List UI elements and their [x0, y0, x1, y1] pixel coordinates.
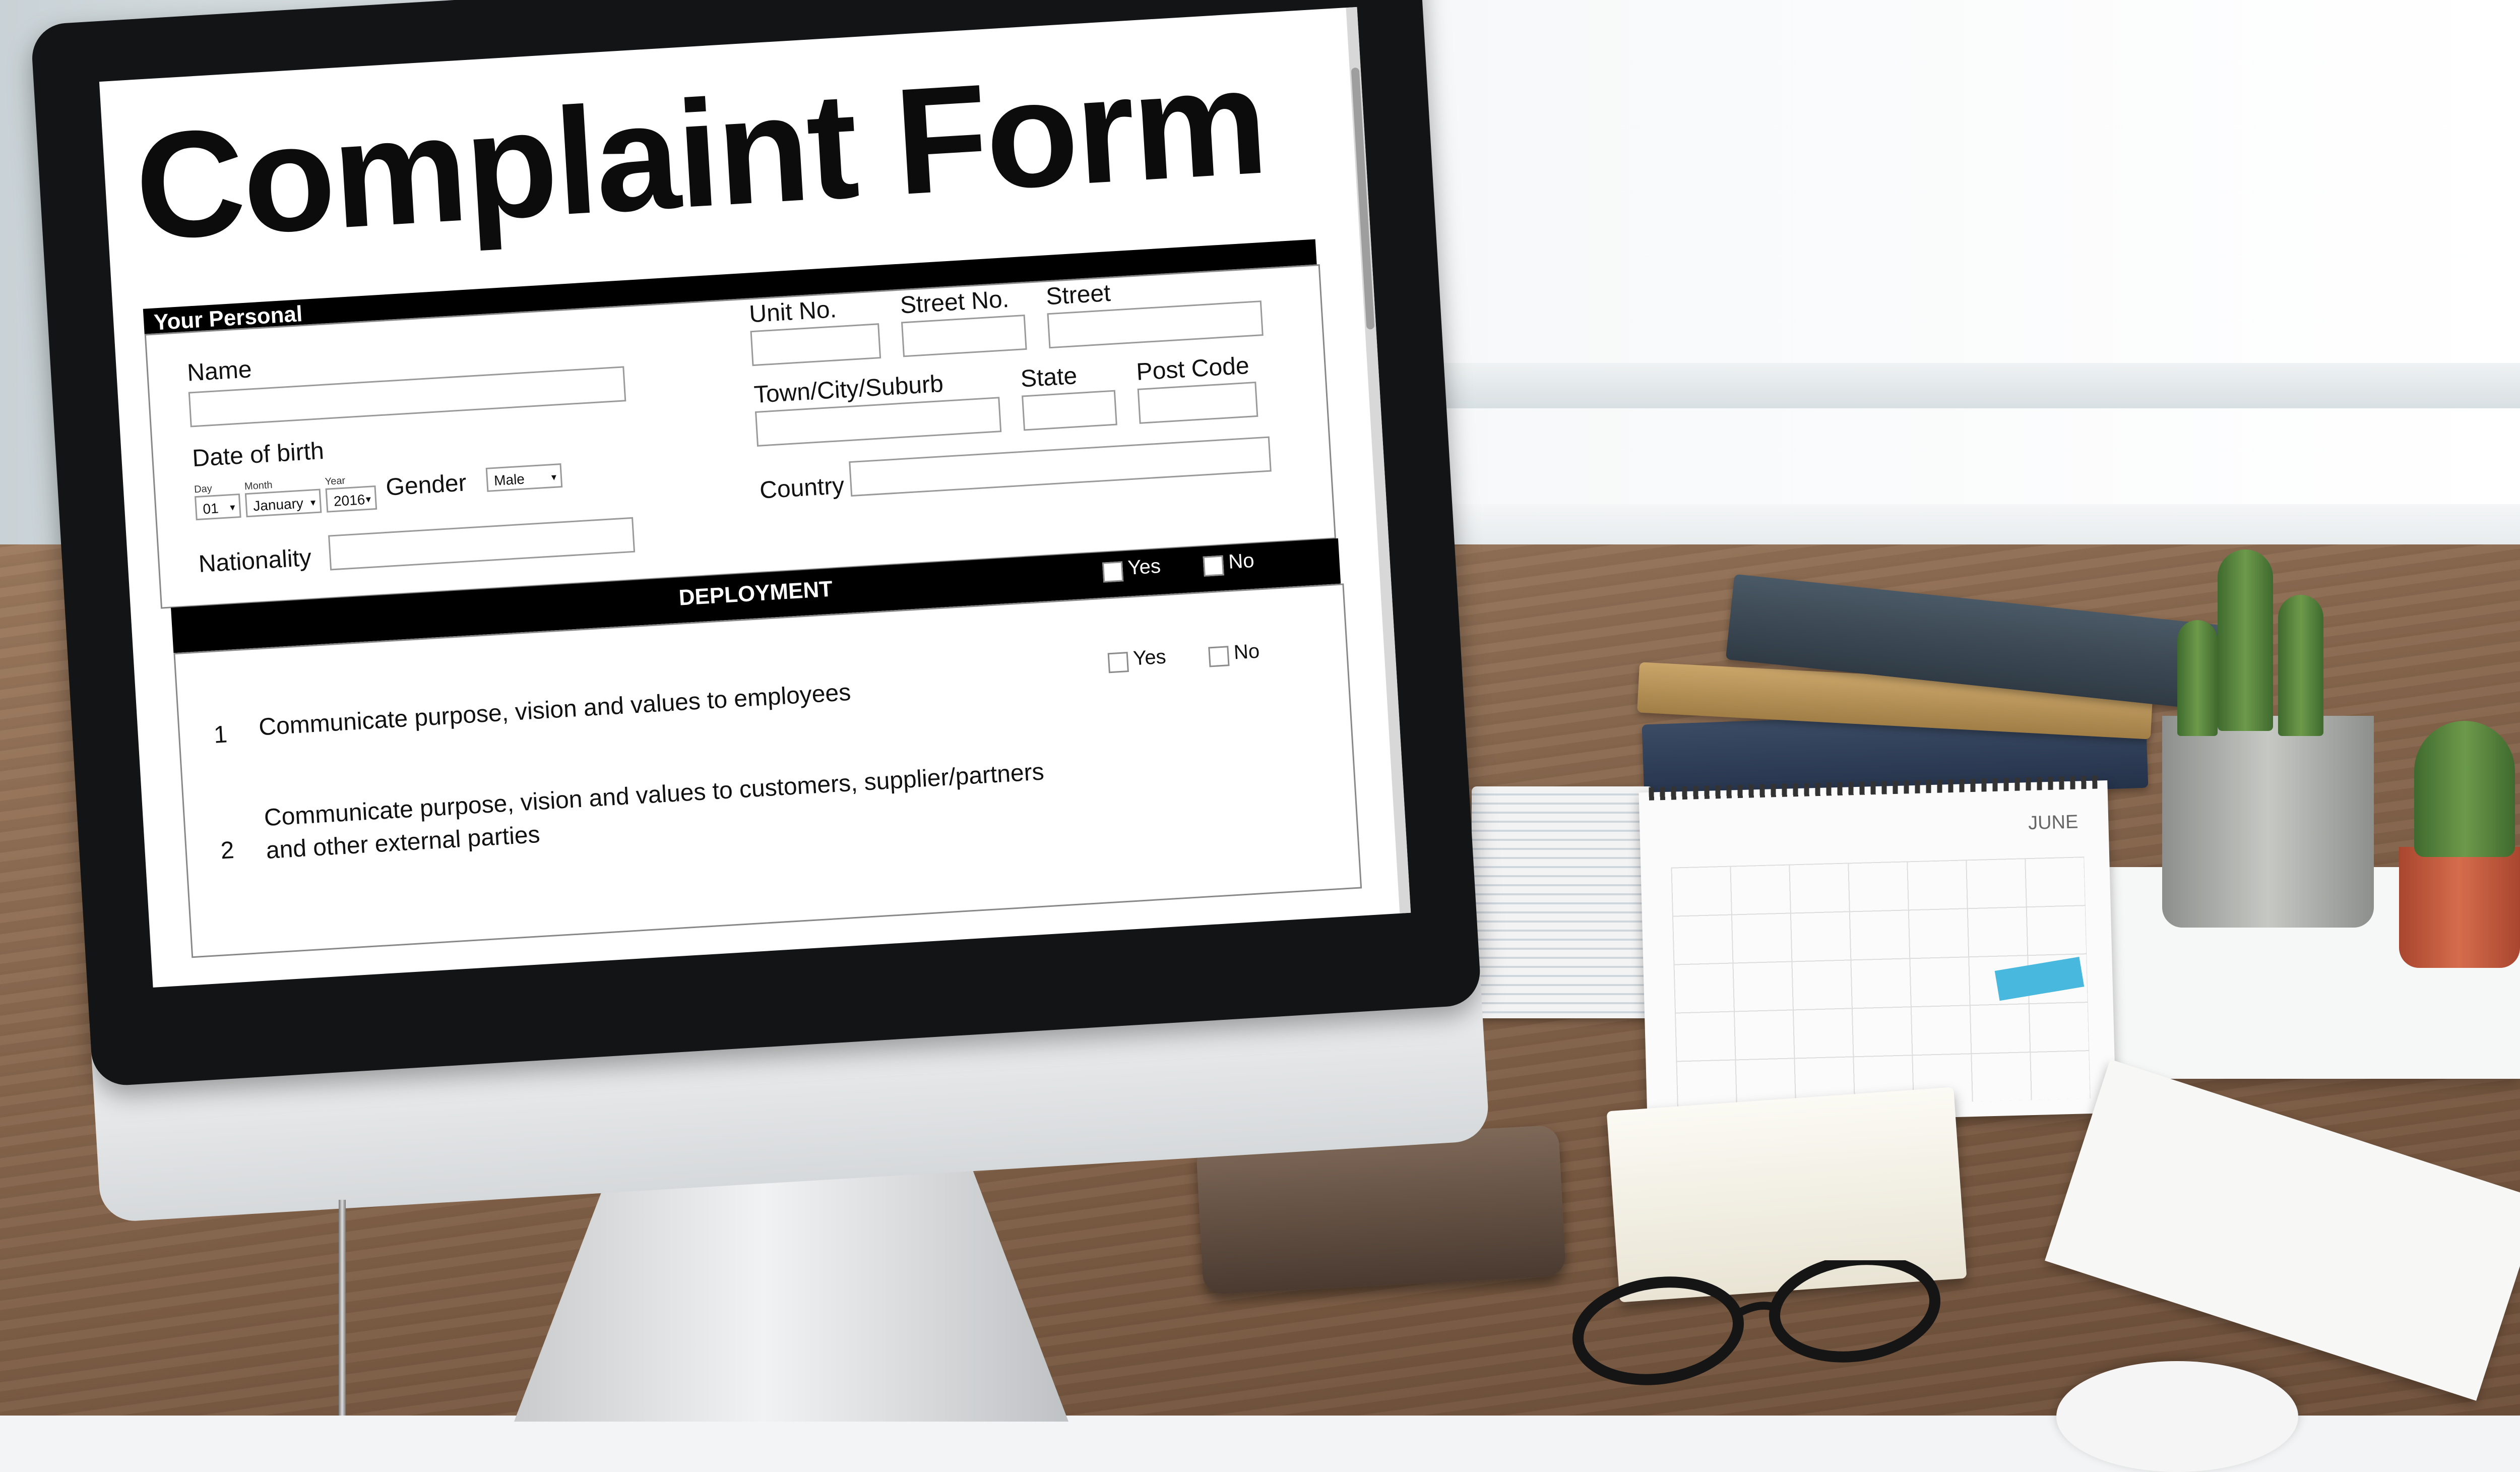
cactus-large-arm-left	[2177, 620, 2218, 736]
chevron-down-icon: ▾	[310, 497, 316, 509]
post-code-field[interactable]	[1137, 381, 1258, 424]
question-2-no-label: No	[1233, 640, 1261, 664]
unit-no-label: Unit No.	[748, 296, 838, 328]
year-label: Year	[325, 475, 346, 487]
gender-value: Male	[493, 471, 525, 488]
street-label: Street	[1045, 279, 1111, 311]
day-select[interactable]: 01 ▾	[194, 493, 241, 521]
month-value: January	[253, 495, 304, 514]
window-frame	[1421, 363, 2520, 408]
question-1-number: 1	[213, 721, 228, 749]
year-value: 2016	[333, 492, 366, 509]
question-2-yes-label: Yes	[1132, 645, 1167, 670]
cactus-large-arm	[2278, 595, 2323, 736]
month-label: Month	[244, 479, 273, 493]
desk-calendar: JUNE	[1639, 775, 2116, 1126]
question-1-yes-checkbox[interactable]	[1102, 561, 1124, 583]
day-label: Day	[194, 483, 213, 496]
name-label: Name	[186, 356, 253, 387]
plant-pot-small	[2399, 847, 2520, 968]
calendar-month: JUNE	[2028, 811, 2078, 834]
country-label: Country	[759, 472, 845, 504]
street-no-field[interactable]	[901, 314, 1027, 357]
chevron-down-icon: ▾	[229, 502, 236, 514]
state-label: State	[1020, 362, 1078, 393]
monitor-screen: Complaint Form Your Personal Name Date o…	[99, 7, 1411, 988]
month-select[interactable]: January ▾	[244, 488, 322, 518]
state-field[interactable]	[1022, 390, 1117, 431]
question-1-no-checkbox[interactable]	[1203, 555, 1224, 577]
cactus-large	[2218, 549, 2273, 731]
question-2-no-checkbox[interactable]	[1208, 646, 1230, 667]
pen	[339, 1200, 346, 1416]
chevron-down-icon: ▾	[365, 494, 371, 506]
cactus-small	[2414, 721, 2515, 857]
eyeglasses	[1572, 1260, 1940, 1385]
plant-pot-large	[2162, 716, 2374, 928]
chevron-down-icon: ▾	[551, 471, 557, 483]
question-2-number: 2	[220, 836, 235, 865]
gender-select[interactable]: Male ▾	[485, 463, 563, 492]
monitor: Complaint Form Your Personal Name Date o…	[30, 0, 1558, 1223]
computer-mouse	[2056, 1361, 2298, 1472]
question-1-no-label: No	[1228, 549, 1255, 573]
question-1-yes-label: Yes	[1127, 555, 1162, 579]
question-2-yes-checkbox[interactable]	[1107, 652, 1129, 673]
year-select[interactable]: 2016 ▾	[325, 485, 377, 513]
day-value: 01	[202, 500, 219, 517]
gender-label: Gender	[385, 469, 468, 501]
